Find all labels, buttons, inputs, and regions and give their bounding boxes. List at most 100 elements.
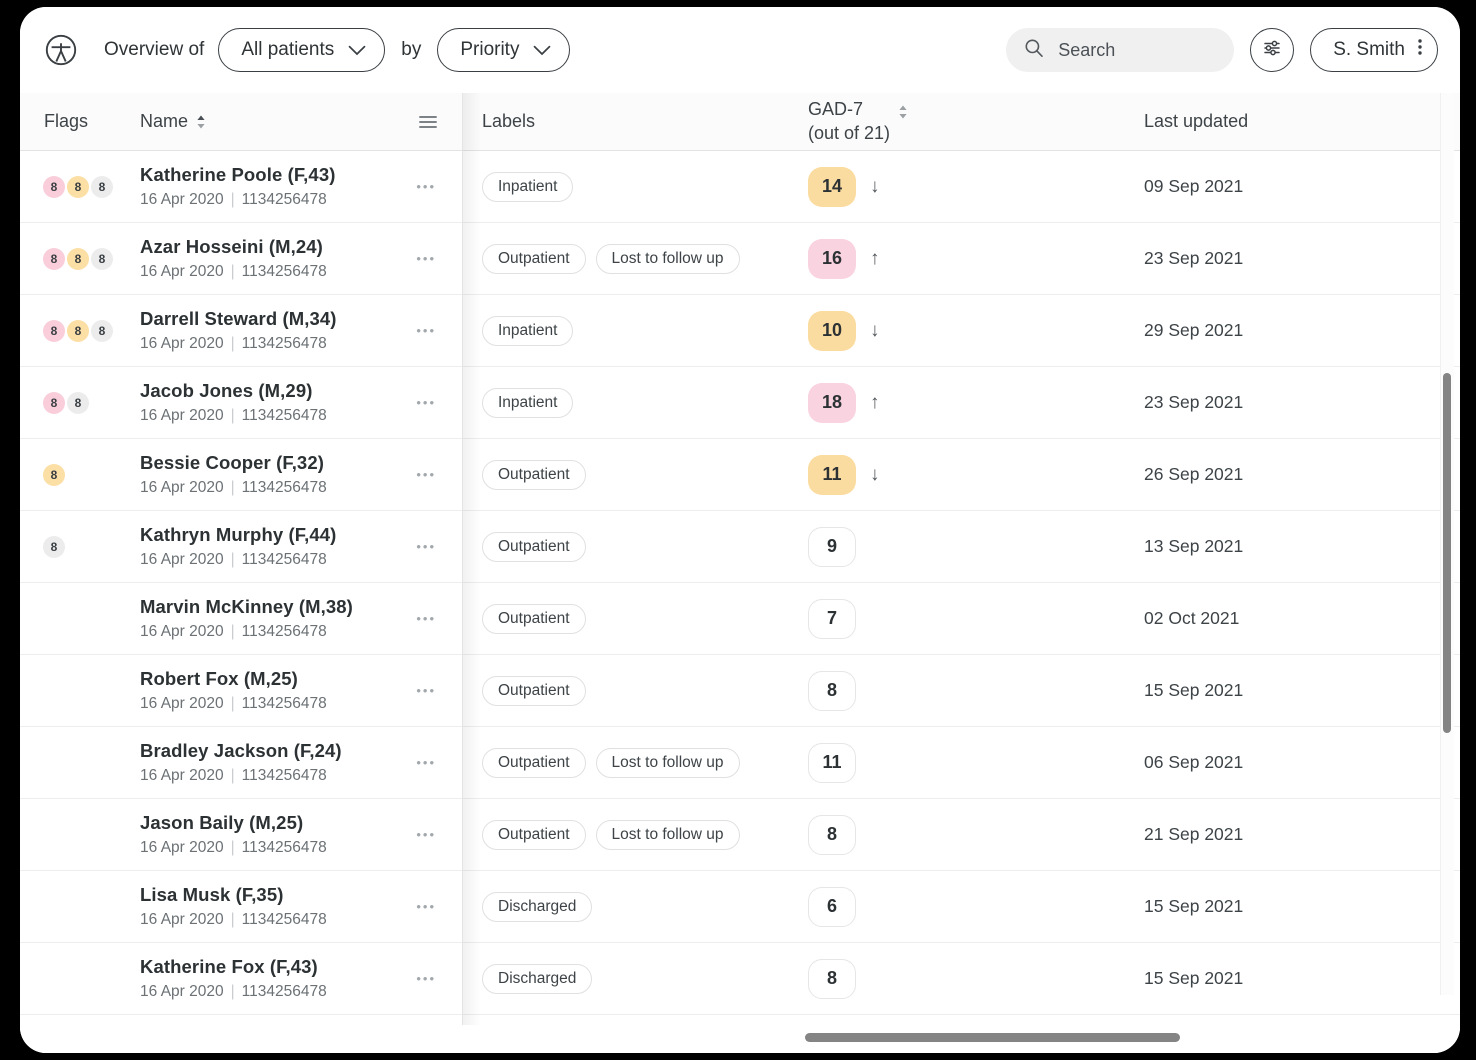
more-horizontal-icon[interactable]: •••	[416, 900, 436, 913]
patient-name-cell[interactable]: Katherine Fox (F,43) 16 Apr 2020 | 11342564…	[130, 956, 462, 1001]
patient-name-cell[interactable]: Kathryn Murphy (F,44) 16 Apr 2020 | 1134256…	[130, 524, 462, 569]
more-horizontal-icon[interactable]: •••	[416, 612, 436, 625]
label-pill[interactable]: Outpatient	[482, 603, 586, 634]
more-horizontal-icon[interactable]: •••	[416, 468, 436, 481]
horizontal-scrollbar-track[interactable]	[20, 1025, 1460, 1053]
label-pill[interactable]: Lost to follow up	[595, 747, 740, 778]
table-row[interactable]: Jason Baily (M,25) 16 Apr 2020 | 1134256478…	[20, 799, 1460, 871]
flag-badge[interactable]: 8	[67, 175, 89, 198]
patient-name-cell[interactable]: Darrell Steward (M,34) 16 Apr 2020 | 113425…	[130, 308, 462, 353]
table-row[interactable]: 8 Kathryn Murphy (F,44) 16 Apr 2020 | 113425…	[20, 511, 1460, 583]
flag-badge[interactable]: 8	[67, 247, 89, 270]
patient-name-cell[interactable]: Robert Fox (M,25) 16 Apr 2020 | 1134256478 •…	[130, 668, 462, 713]
flag-badge[interactable]: 8	[67, 319, 89, 342]
flag-badge[interactable]: 8	[43, 535, 65, 558]
patient-meta: 16 Apr 2020 | 1134256478	[140, 983, 462, 1001]
column-header-last-updated: Last updated	[1144, 111, 1249, 131]
patient-meta: 16 Apr 2020 | 1134256478	[140, 479, 462, 497]
last-updated-cell: 23 Sep 2021	[1144, 248, 1244, 268]
table-row[interactable]: 8 8 8 Katherine Poole (F,43) 16 Apr 2020 | 113…	[20, 151, 1460, 223]
label-pill[interactable]: Outpatient	[482, 459, 586, 490]
patient-name-cell[interactable]: Azar Hosseini (M,24) 16 Apr 2020 | 11342564…	[130, 236, 462, 281]
column-header-score[interactable]: GAD-7 (out of 21)	[792, 98, 1122, 146]
patient-name-cell[interactable]: Marvin McKinney (M,38) 16 Apr 2020 | 113425…	[130, 596, 462, 641]
patient-name-cell[interactable]: Lisa Musk (F,35) 16 Apr 2020 | 1134256478 ••…	[130, 884, 462, 929]
flag-badge[interactable]: 8	[43, 175, 65, 198]
label-pill[interactable]: Outpatient	[482, 243, 586, 274]
flag-badge[interactable]: 8	[43, 247, 65, 270]
patient-date: 16 Apr 2020	[140, 767, 224, 784]
horizontal-scrollbar-thumb[interactable]	[805, 1033, 1180, 1042]
meta-separator: |	[230, 983, 235, 1000]
hamburger-menu-icon[interactable]	[418, 114, 438, 130]
more-horizontal-icon[interactable]: •••	[416, 180, 436, 193]
flag-badge[interactable]: 8	[91, 247, 113, 270]
patient-name-cell[interactable]: Bessie Cooper (F,32) 16 Apr 2020 | 11342564…	[130, 452, 462, 497]
more-horizontal-icon[interactable]: •••	[416, 252, 436, 265]
label-pill[interactable]: Outpatient	[482, 747, 586, 778]
patient-name-cell[interactable]: Bradley Jackson (F,24) 16 Apr 2020 | 113425…	[130, 740, 462, 785]
more-horizontal-icon[interactable]: •••	[416, 540, 436, 553]
table-row[interactable]: Robert Fox (M,25) 16 Apr 2020 | 1134256478 •…	[20, 655, 1460, 727]
gad7-score-badge: 10	[808, 310, 856, 351]
flag-badge[interactable]: 8	[67, 391, 89, 414]
flag-badge[interactable]: 8	[91, 319, 113, 342]
patient-date: 16 Apr 2020	[140, 335, 224, 352]
score-cell: 18 ↑	[792, 382, 1122, 423]
header-right-group: S. Smith	[1006, 28, 1438, 72]
tune-sliders-icon	[1261, 37, 1283, 64]
table-row[interactable]: Lisa Musk (F,35) 16 Apr 2020 | 1134256478 ••…	[20, 871, 1460, 943]
patient-name: Jacob Jones (M,29)	[140, 380, 313, 401]
table-row[interactable]: 8 8 8 Azar Hosseini (M,24) 16 Apr 2020 | 11342…	[20, 223, 1460, 295]
flag-badge[interactable]: 8	[43, 463, 65, 486]
label-pill[interactable]: Outpatient	[482, 819, 586, 850]
search-input[interactable]	[1058, 39, 1217, 61]
label-pill[interactable]: Lost to follow up	[595, 243, 740, 274]
label-pill[interactable]: Lost to follow up	[595, 819, 740, 850]
patient-name-cell[interactable]: Jason Baily (M,25) 16 Apr 2020 | 1134256478…	[130, 812, 462, 857]
label-pill[interactable]: Outpatient	[482, 675, 586, 706]
table-row[interactable]: 8 8 Jacob Jones (M,29) 16 Apr 2020 | 11342564…	[20, 367, 1460, 439]
label-pill[interactable]: Inpatient	[482, 387, 574, 418]
more-horizontal-icon[interactable]: •••	[416, 324, 436, 337]
patient-date: 16 Apr 2020	[140, 407, 224, 424]
more-horizontal-icon[interactable]: •••	[416, 396, 436, 409]
table-row[interactable]: Bradley Jackson (F,24) 16 Apr 2020 | 113425…	[20, 727, 1460, 799]
more-horizontal-icon[interactable]: •••	[416, 828, 436, 841]
label-pill[interactable]: Inpatient	[482, 171, 574, 202]
cohort-select[interactable]: All patients	[218, 28, 386, 72]
flags-cell: 8	[20, 535, 130, 558]
patient-name: Katherine Fox (F,43)	[140, 956, 318, 977]
label-pill[interactable]: Discharged	[482, 891, 593, 922]
vertical-scrollbar-thumb[interactable]	[1443, 373, 1451, 733]
label-pill[interactable]: Inpatient	[482, 315, 574, 346]
search-box[interactable]	[1006, 28, 1235, 72]
sort-updown-icon[interactable]	[196, 114, 206, 130]
user-menu-button[interactable]: S. Smith	[1310, 28, 1438, 72]
column-header-name[interactable]: Name	[130, 111, 462, 132]
table-row[interactable]: 8 Bessie Cooper (F,32) 16 Apr 2020 | 1134256…	[20, 439, 1460, 511]
patient-name-cell[interactable]: Jacob Jones (M,29) 16 Apr 2020 | 1134256478…	[130, 380, 462, 425]
flag-badge[interactable]: 8	[43, 391, 65, 414]
gad7-score-badge: 18	[808, 382, 856, 423]
table-row[interactable]: Marvin McKinney (M,38) 16 Apr 2020 | 113425…	[20, 583, 1460, 655]
score-cell: 11 ↓	[792, 454, 1122, 495]
more-horizontal-icon[interactable]: •••	[416, 972, 436, 985]
label-pill[interactable]: Discharged	[482, 963, 593, 994]
table-row[interactable]: Katherine Fox (F,43) 16 Apr 2020 | 11342564…	[20, 943, 1460, 1015]
table-row[interactable]: 8 8 8 Darrell Steward (M,34) 16 Apr 2020 | 113…	[20, 295, 1460, 367]
sort-updown-icon[interactable]	[898, 104, 908, 120]
patient-id: 1134256478	[241, 911, 327, 928]
meta-separator: |	[230, 407, 235, 424]
grouping-select[interactable]: Priority	[437, 28, 571, 72]
filter-settings-button[interactable]	[1250, 28, 1295, 72]
flag-badge[interactable]: 8	[43, 319, 65, 342]
patient-name: Robert Fox (M,25)	[140, 668, 298, 689]
more-horizontal-icon[interactable]: •••	[416, 684, 436, 697]
kebab-menu-icon[interactable]	[1417, 36, 1423, 64]
flag-badge[interactable]: 8	[91, 175, 113, 198]
score-cell: 8	[792, 670, 1122, 711]
more-horizontal-icon[interactable]: •••	[416, 756, 436, 769]
patient-name-cell[interactable]: Katherine Poole (F,43) 16 Apr 2020 | 113425…	[130, 164, 462, 209]
label-pill[interactable]: Outpatient	[482, 531, 586, 562]
